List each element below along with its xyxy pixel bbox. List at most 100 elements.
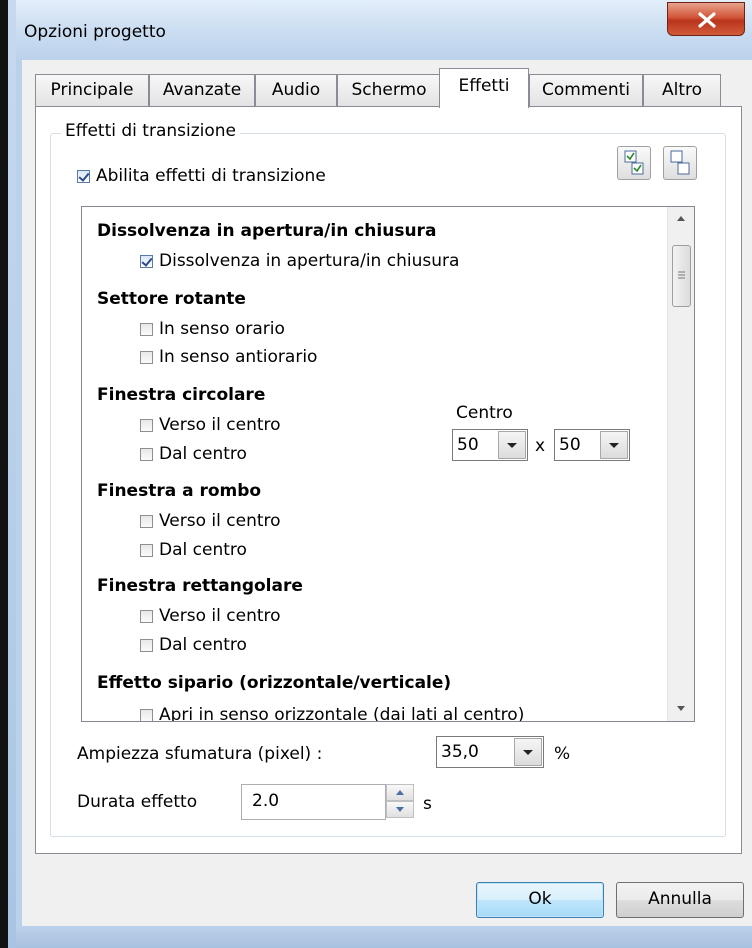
option-row[interactable]: Dal centro [140,540,247,560]
tab-label: Altro [661,80,703,100]
option-row[interactable]: Verso il centro [140,511,281,531]
cancel-button[interactable]: Annulla [616,882,744,918]
section-title: Finestra circolare [97,385,266,405]
grip-icon [678,271,685,279]
checkbox[interactable] [140,543,153,557]
spin-down-button[interactable] [386,801,414,818]
option-row[interactable]: Dissolvenza in apertura/in chiusura [140,251,459,271]
arrow-down-icon [677,706,685,711]
center-label: Centro [456,403,513,423]
duration-value: 2.0 [252,791,280,811]
feather-select[interactable]: 35,0 [436,736,544,768]
center-y-value: 50 [559,435,581,455]
chevron-down-icon [523,750,533,755]
tab-label: Effetti [458,76,510,96]
enable-effects-checkbox[interactable]: Abilita effetti di transizione [77,166,326,186]
option-row[interactable]: Verso il centro [140,606,281,626]
tab-effetti[interactable]: Effetti [439,68,529,108]
feather-label: Ampiezza sfumatura (pixel) : [77,744,323,764]
duration-input[interactable]: 2.0 [241,784,386,820]
tab-label: Principale [50,80,134,100]
group-legend: Effetti di transizione [61,121,240,141]
chevron-down-icon [609,443,619,448]
section-title: Settore rotante [97,289,246,309]
checkbox[interactable] [140,322,153,336]
option-label: In senso orario [159,319,285,339]
list-scrollbar[interactable] [667,207,694,721]
section-title: Effetto sipario (orizzontale/verticale) [97,673,452,693]
cancel-label: Annulla [648,889,712,909]
checkbox-checked[interactable] [140,254,153,268]
uncheck-all-button[interactable] [663,146,697,180]
check-all-button[interactable] [617,146,651,180]
checkbox[interactable] [140,514,153,528]
transition-effects-group: Effetti di transizione Abilita effetti d… [50,121,726,837]
option-row-partial[interactable]: Apri in senso orizzontale (dai lati al c… [140,705,525,722]
option-label: Verso il centro [159,606,281,626]
arrow-up-icon [396,790,404,795]
window-frame-left [0,0,8,948]
option-label: Verso il centro [159,511,281,531]
ok-button[interactable]: Ok [476,882,604,918]
arrow-up-icon [677,216,685,221]
section-title: Finestra rettangolare [97,576,303,596]
option-label: In senso antiorario [159,347,318,367]
center-y-select[interactable]: 50 [554,429,630,461]
enable-effects-label: Abilita effetti di transizione [96,166,326,186]
spin-up-button[interactable] [386,784,414,801]
tab-label: Schermo [351,80,427,100]
option-label: Apri in senso orizzontale (dai lati al c… [159,705,525,722]
feather-unit: % [554,744,571,764]
check-all-icon [624,150,644,175]
close-icon [698,12,716,28]
scroll-thumb[interactable] [672,245,691,307]
effects-list-content: Dissolvenza in apertura/in chiusura Diss… [82,207,668,722]
feather-value: 35,0 [441,742,479,762]
scroll-up-button[interactable] [668,207,694,231]
duration-spinner[interactable] [386,784,414,820]
title-bar[interactable]: Opzioni progetto [0,0,752,60]
option-row[interactable]: In senso orario [140,319,285,339]
tab-label: Audio [271,80,321,100]
ok-label: Ok [528,889,552,909]
window-frame-bottom [16,926,752,948]
checkbox[interactable] [140,638,153,652]
tab-altro[interactable]: Altro [643,74,721,106]
option-label: Dal centro [159,444,247,464]
tab-schermo[interactable]: Schermo [337,74,441,106]
dropdown-button[interactable] [498,431,526,459]
checkbox[interactable] [140,708,153,721]
option-row[interactable]: Dal centro [140,635,247,655]
option-row[interactable]: Dal centro [140,444,247,464]
option-row[interactable]: In senso antiorario [140,347,317,367]
effects-list[interactable]: Dissolvenza in apertura/in chiusura Diss… [81,206,695,722]
section-title: Dissolvenza in apertura/in chiusura [97,221,437,241]
tab-label: Avanzate [162,80,242,100]
section-title: Finestra a rombo [97,481,262,501]
checkbox[interactable] [140,418,153,432]
dialog-client: Principale Avanzate Audio Schermo Effett… [22,60,752,926]
center-separator: x [535,436,546,456]
tab-principale[interactable]: Principale [35,74,149,106]
uncheck-all-icon [670,150,690,175]
window-title: Opzioni progetto [24,22,166,42]
window-frame-left-inner [8,0,16,948]
close-button[interactable] [667,2,745,36]
dropdown-button[interactable] [600,431,628,459]
checkbox-checked[interactable] [77,169,90,183]
center-x-select[interactable]: 50 [452,429,528,461]
tab-audio[interactable]: Audio [255,74,337,106]
dialog-window: Opzioni progetto Principale Avanzate Aud… [0,0,752,948]
tab-avanzate[interactable]: Avanzate [149,74,255,106]
checkbox[interactable] [140,350,153,364]
dropdown-button[interactable] [514,738,542,766]
scroll-down-button[interactable] [668,697,694,721]
option-label: Dissolvenza in apertura/in chiusura [159,251,460,271]
option-row[interactable]: Verso il centro [140,415,281,435]
tab-commenti[interactable]: Commenti [529,74,643,106]
arrow-down-icon [396,807,404,812]
duration-unit: s [423,794,432,814]
center-x-value: 50 [457,435,479,455]
checkbox[interactable] [140,609,153,623]
checkbox[interactable] [140,447,153,461]
